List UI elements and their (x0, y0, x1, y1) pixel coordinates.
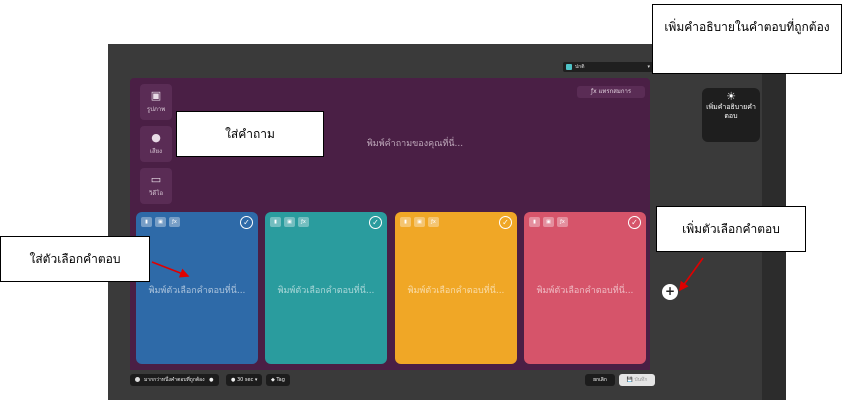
mark-correct-check-icon[interactable]: ✓ (628, 216, 641, 229)
theme-swatch-icon (566, 64, 572, 70)
microphone-icon: ● (151, 131, 161, 144)
delete-icon[interactable]: ▮ (141, 217, 152, 227)
answer-option-2[interactable]: ▮ ▣ ƒx ✓ พิมพ์ตัวเลือกคำตอบที่นี่... (265, 212, 387, 364)
callout-enter-question-text: ใส่คำถาม (225, 127, 275, 141)
callout-add-explanation-text: เพิ่มคำอธิบายในคำตอบที่ถูกต้อง (664, 20, 830, 34)
callout-enter-answer-text: ใส่ตัวเลือกคำตอบ (29, 252, 121, 266)
answer-input[interactable]: พิมพ์ตัวเลือกคำตอบที่นี่... (144, 284, 250, 298)
answer-input[interactable]: พิมพ์ตัวเลือกคำตอบที่นี่... (403, 284, 509, 298)
image-icon[interactable]: ▣ (414, 217, 425, 227)
image-icon[interactable]: ▣ (543, 217, 554, 227)
answer-option-1[interactable]: ▮ ▣ ƒx ✓ พิมพ์ตัวเลือกคำตอบที่นี่... (136, 212, 258, 364)
time-limit-select[interactable]: ● 30 sec ▾ (226, 374, 263, 386)
add-explanation-label: เพิ่มคำอธิบายคำตอบ (706, 103, 756, 120)
callout-add-option: เพิ่มตัวเลือกคำตอบ (656, 206, 806, 252)
add-audio-label: เสียง (149, 148, 163, 155)
formula-icon[interactable]: ƒx (428, 217, 439, 227)
video-icon: ▭ (150, 173, 162, 186)
question-input[interactable]: พิมพ์คำถามของคุณที่นี่... (300, 136, 530, 150)
answer-input[interactable]: พิมพ์ตัวเลือกคำตอบที่นี่... (532, 284, 638, 298)
delete-icon[interactable]: ▮ (270, 217, 281, 227)
add-video-button[interactable]: ▭ วิดีโอ (140, 168, 172, 204)
add-audio-button[interactable]: ● เสียง (140, 126, 172, 162)
chevron-down-icon: ▾ (647, 64, 650, 70)
cancel-button[interactable]: ยกเลิก (585, 374, 615, 386)
callout-add-explanation: เพิ่มคำอธิบายในคำตอบที่ถูกต้อง (652, 4, 842, 74)
mark-correct-check-icon[interactable]: ✓ (369, 216, 382, 229)
insert-formula-button[interactable]: ƒx แทรกสมการ (577, 86, 645, 98)
answer-input[interactable]: พิมพ์ตัวเลือกคำตอบที่นี่... (273, 284, 379, 298)
answer-option-3[interactable]: ▮ ▣ ƒx ✓ พิมพ์ตัวเลือกคำตอบที่นี่... (395, 212, 517, 364)
toggle-switch[interactable] (135, 377, 140, 382)
tag-button[interactable]: ◆ Tag (266, 374, 290, 386)
mark-correct-check-icon[interactable]: ✓ (240, 216, 253, 229)
theme-select-label: ปกติ (575, 64, 585, 70)
info-icon[interactable]: ● (209, 377, 213, 383)
image-icon[interactable]: ▣ (155, 217, 166, 227)
add-image-label: รูปภาพ (146, 106, 166, 113)
add-image-button[interactable]: ▣ รูปภาพ (140, 84, 172, 120)
formula-icon[interactable]: ƒx (169, 217, 180, 227)
image-icon: ▣ (150, 89, 162, 102)
callout-enter-answer: ใส่ตัวเลือกคำตอบ (0, 236, 150, 282)
callout-add-option-text: เพิ่มตัวเลือกคำตอบ (682, 222, 780, 236)
theme-select[interactable]: ปกติ ▾ (563, 62, 653, 72)
callout-enter-question: ใส่คำถาม (176, 111, 324, 157)
delete-icon[interactable]: ▮ (529, 217, 540, 227)
lightbulb-icon: ☀ (726, 90, 736, 103)
multiple-correct-toggle[interactable]: มากกว่าหนึ่งคำตอบที่ถูกต้อง ● (130, 374, 219, 386)
delete-icon[interactable]: ▮ (400, 217, 411, 227)
add-video-label: วิดีโอ (148, 190, 164, 197)
answer-option-4[interactable]: ▮ ▣ ƒx ✓ พิมพ์ตัวเลือกคำตอบที่นี่... (524, 212, 646, 364)
formula-icon[interactable]: ƒx (557, 217, 568, 227)
image-icon[interactable]: ▣ (284, 217, 295, 227)
save-button[interactable]: 💾 บันทึก (619, 374, 655, 386)
formula-icon[interactable]: ƒx (298, 217, 309, 227)
mark-correct-check-icon[interactable]: ✓ (499, 216, 512, 229)
add-explanation-button[interactable]: ☀ เพิ่มคำอธิบายคำตอบ (702, 88, 760, 142)
add-answer-button[interactable]: + (662, 284, 678, 300)
multiple-correct-label: มากกว่าหนึ่งคำตอบที่ถูกต้อง (144, 377, 205, 383)
